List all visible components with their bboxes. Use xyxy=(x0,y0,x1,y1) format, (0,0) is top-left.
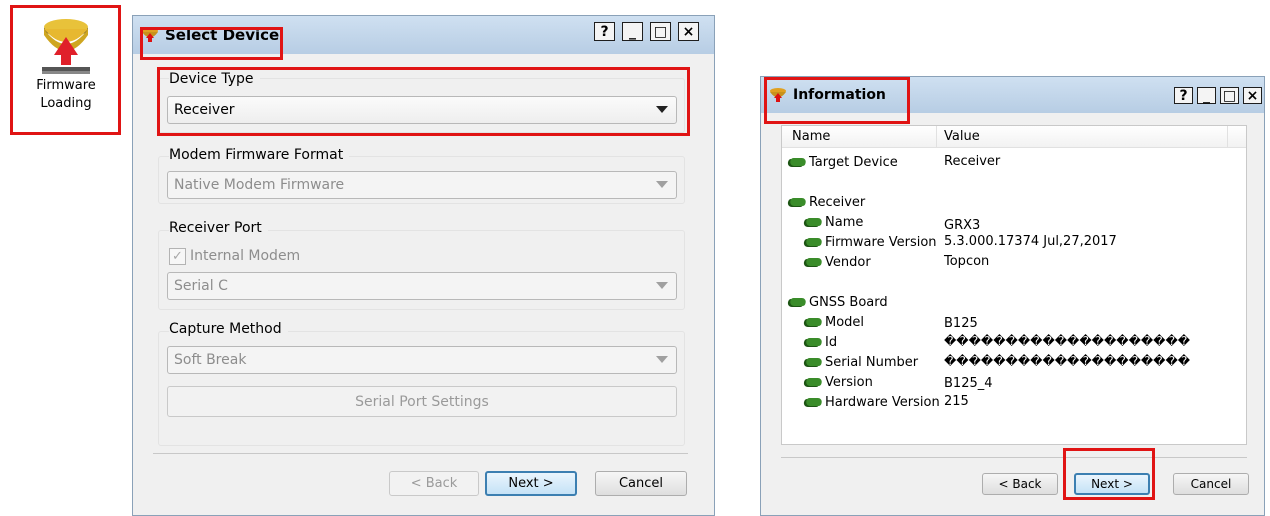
row-value: 5.3.000.17374 Jul,27,2017 xyxy=(944,234,1117,249)
row-value: B125 xyxy=(944,316,978,331)
leaf-icon xyxy=(804,238,824,246)
row-value: GRX3 xyxy=(944,218,981,233)
tree-row-serial-number[interactable]: Serial Number xyxy=(804,352,919,372)
row-name: Name xyxy=(825,214,864,230)
tree-row-version[interactable]: Version xyxy=(804,372,873,392)
row-name: Id xyxy=(825,334,838,350)
tree-row-name[interactable]: Name xyxy=(804,212,864,232)
serial-port-settings-button[interactable]: Serial Port Settings xyxy=(167,386,677,417)
tree-row-vendor[interactable]: Vendor xyxy=(804,252,871,272)
receiver-port-label: Receiver Port xyxy=(169,220,268,236)
receiver-port-select[interactable]: Serial C xyxy=(167,272,677,300)
cancel-button[interactable]: Cancel xyxy=(1173,473,1249,495)
footer-separator xyxy=(781,457,1247,458)
tree-row-id[interactable]: Id xyxy=(804,332,838,352)
help-button[interactable]: ? xyxy=(1174,87,1193,104)
capture-method-select[interactable]: Soft Break xyxy=(167,346,677,374)
maximize-button[interactable]: □ xyxy=(1220,87,1239,104)
leaf-icon xyxy=(788,158,808,166)
row-name: GNSS Board xyxy=(809,294,888,310)
row-value: 215 xyxy=(944,394,969,409)
minimize-button[interactable]: _ xyxy=(622,22,643,41)
tree-row-hardware-version[interactable]: Hardware Version xyxy=(804,392,940,412)
chevron-down-icon xyxy=(656,282,668,289)
internal-modem-checkbox[interactable]: ✓ Internal Modem xyxy=(169,246,369,266)
internal-modem-label: Internal Modem xyxy=(190,248,301,264)
select-device-title-highlight xyxy=(140,27,283,60)
tree-row-target-device[interactable]: Target Device xyxy=(788,152,898,172)
leaf-icon xyxy=(804,378,824,386)
chevron-down-icon xyxy=(656,181,668,188)
capture-method-value: Soft Break xyxy=(174,352,247,368)
receiver-port-value: Serial C xyxy=(174,278,228,294)
modem-firmware-select[interactable]: Native Modem Firmware xyxy=(167,171,677,199)
leaf-icon xyxy=(788,198,808,206)
row-value: B125_4 xyxy=(944,376,993,391)
leaf-icon xyxy=(804,318,824,326)
leaf-icon xyxy=(804,358,824,366)
row-name: Target Device xyxy=(809,154,898,170)
checkbox-box: ✓ xyxy=(169,247,186,265)
column-value[interactable]: Value xyxy=(944,129,980,144)
leaf-icon xyxy=(804,258,824,266)
row-name: Model xyxy=(825,314,865,330)
leaf-icon xyxy=(804,398,824,406)
info-tree[interactable]: Name Value Target Device Receiver Receiv… xyxy=(781,125,1247,445)
leaf-icon xyxy=(804,338,824,346)
minimize-button[interactable]: _ xyxy=(1197,87,1216,104)
tree-header: Name Value xyxy=(782,126,1246,148)
next-button-highlight xyxy=(1063,448,1155,500)
close-button[interactable]: × xyxy=(1243,87,1262,104)
capture-method-label: Capture Method xyxy=(169,321,288,337)
device-type-highlight xyxy=(157,67,690,136)
cancel-button[interactable]: Cancel xyxy=(595,471,687,496)
maximize-button[interactable]: □ xyxy=(650,22,671,41)
tree-row-model[interactable]: Model xyxy=(804,312,865,332)
row-name: Version xyxy=(825,374,873,390)
tree-row-gnss-board[interactable]: GNSS Board xyxy=(788,292,888,312)
back-button[interactable]: < Back xyxy=(389,471,479,496)
row-name: Hardware Version xyxy=(825,394,940,410)
footer-separator xyxy=(153,453,688,454)
modem-firmware-value: Native Modem Firmware xyxy=(174,177,345,193)
close-button[interactable]: × xyxy=(678,22,699,41)
leaf-icon xyxy=(788,298,808,306)
help-button[interactable]: ? xyxy=(594,22,615,41)
modem-firmware-label: Modem Firmware Format xyxy=(169,147,350,163)
chevron-down-icon xyxy=(656,356,668,363)
tree-row-receiver[interactable]: Receiver xyxy=(788,192,866,212)
row-value: Topcon xyxy=(944,254,990,269)
icon-label-line2: Loading xyxy=(40,96,92,111)
row-name: Vendor xyxy=(825,254,871,270)
row-value: �������������������� xyxy=(944,334,1191,348)
column-name[interactable]: Name xyxy=(792,129,830,144)
information-window: Information ? _ □ × Name Value Target De… xyxy=(760,76,1265,516)
column-divider xyxy=(1227,126,1228,148)
receiver-upload-icon xyxy=(42,19,90,74)
row-value: Receiver xyxy=(944,154,1001,169)
row-name: Serial Number xyxy=(825,354,919,370)
column-divider xyxy=(936,126,937,148)
firmware-loading-shortcut[interactable]: Firmware Loading xyxy=(20,15,112,125)
leaf-icon xyxy=(804,218,824,226)
tree-row-firmware-version[interactable]: Firmware Version xyxy=(804,232,937,252)
next-button[interactable]: Next > xyxy=(485,471,577,496)
row-name: Firmware Version xyxy=(825,234,937,250)
back-button[interactable]: < Back xyxy=(982,473,1058,495)
row-name: Receiver xyxy=(809,194,866,210)
information-title-highlight xyxy=(764,77,910,124)
icon-label-line1: Firmware xyxy=(36,78,96,93)
row-value: �������������������� xyxy=(944,354,1191,368)
